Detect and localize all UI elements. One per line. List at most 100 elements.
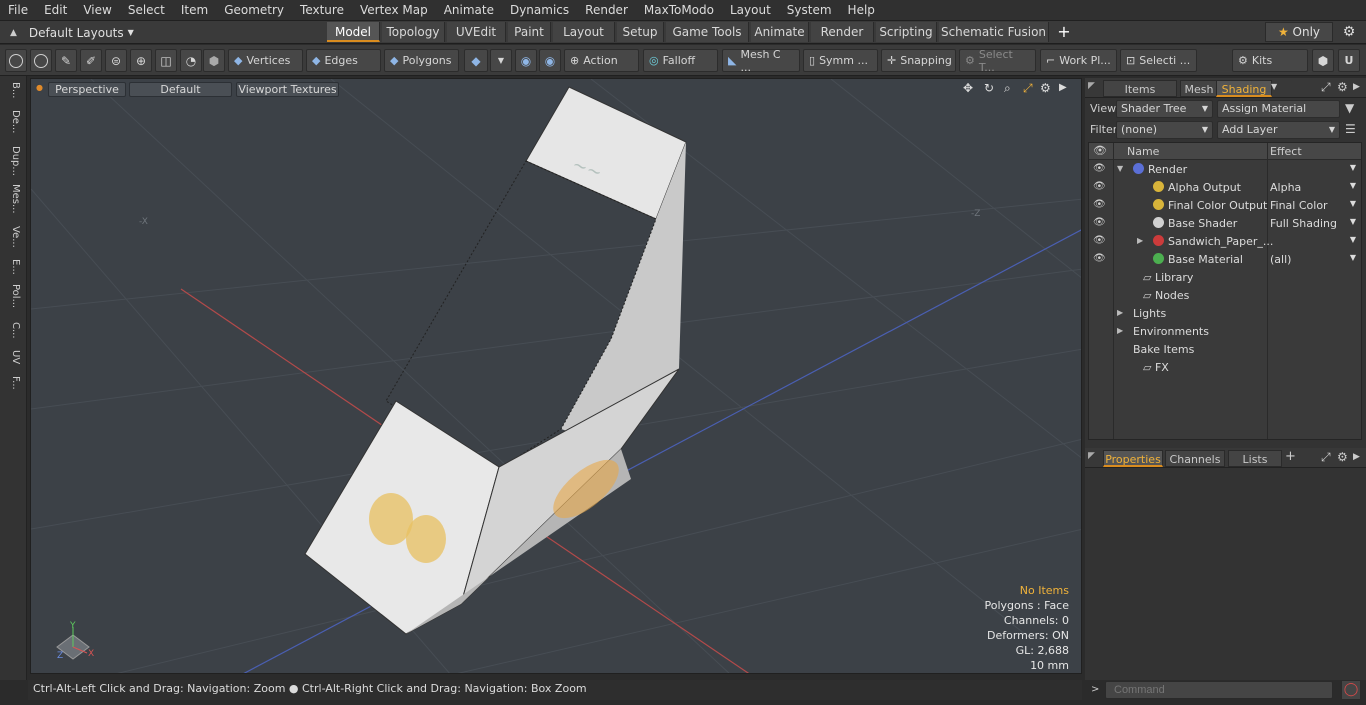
menu-animate[interactable]: Animate xyxy=(436,0,502,21)
menu-edit[interactable]: Edit xyxy=(36,0,75,21)
shader-tree-row[interactable]: 👁 Alpha Output Alpha ▼ xyxy=(1089,179,1361,197)
tab-paint[interactable]: Paint xyxy=(508,22,551,42)
menu-maxtomodo[interactable]: MaxToModo xyxy=(636,0,722,21)
only-toggle[interactable]: ★ Only xyxy=(1265,22,1333,42)
assign-material-button[interactable]: Assign Material xyxy=(1217,100,1340,118)
shader-tree-row[interactable]: ▶ Environments xyxy=(1089,323,1361,341)
shader-tree-row[interactable]: ▶ Lights xyxy=(1089,305,1361,323)
expand-arrow-icon[interactable]: ▼ xyxy=(1117,164,1123,173)
shader-tree-row[interactable]: Bake Items xyxy=(1089,341,1361,359)
kits-button[interactable]: ⚙ Kits xyxy=(1232,49,1308,72)
effect-dropdown[interactable]: Full Shading ▼ xyxy=(1270,217,1360,230)
tab-setup[interactable]: Setup xyxy=(617,22,664,42)
filter-funnel-icon[interactable]: ▼ xyxy=(1345,101,1354,115)
viewport-gear-icon[interactable]: ⚙ xyxy=(1040,81,1051,95)
pen-button[interactable]: ✎ xyxy=(55,49,77,72)
item-mode-button[interactable]: ⬢ xyxy=(203,49,225,72)
sandwich-box-mesh[interactable]: ~~ xyxy=(304,86,687,635)
props-tab-channels[interactable]: Channels xyxy=(1165,450,1225,467)
symmetry-button[interactable]: ▯ Symm ... xyxy=(803,49,878,72)
unreal-button[interactable]: U xyxy=(1338,49,1360,72)
tab-layout[interactable]: Layout xyxy=(553,22,615,42)
menu-render[interactable]: Render xyxy=(577,0,636,21)
right-tab-items[interactable]: Items xyxy=(1103,80,1177,97)
box-button[interactable]: ◫ xyxy=(155,49,177,72)
menu-system[interactable]: System xyxy=(779,0,840,21)
work-plane-button[interactable]: ⌐ Work Pl... xyxy=(1040,49,1117,72)
menu-vertex-map[interactable]: Vertex Map xyxy=(352,0,436,21)
shader-tree-row[interactable]: 👁 Base Material (all) ▼ xyxy=(1089,251,1361,269)
tab-overflow-icon[interactable]: ▼ xyxy=(1271,82,1277,91)
viewport-expand-icon[interactable]: ▶ xyxy=(1059,82,1067,93)
menu-help[interactable]: Help xyxy=(840,0,883,21)
menu-select[interactable]: Select xyxy=(120,0,173,21)
visibility-eye-icon[interactable]: 👁 xyxy=(1093,217,1106,228)
command-input[interactable] xyxy=(1105,681,1333,699)
left-tab-0[interactable]: B... xyxy=(5,82,21,98)
tab-render[interactable]: Render xyxy=(811,22,874,42)
add-layer-dropdown[interactable]: Add Layer ▼ xyxy=(1217,121,1340,139)
mesh-constraint-button[interactable]: ◣ Mesh C ... xyxy=(722,48,800,74)
shader-tree-row[interactable]: ▱ FX xyxy=(1089,359,1361,377)
viewport-menu-icon[interactable]: ● xyxy=(36,83,43,92)
left-tab-1[interactable]: De... xyxy=(5,110,21,133)
zoom-icon[interactable]: ⌕ xyxy=(1004,81,1011,96)
left-tab-3[interactable]: Mes... xyxy=(5,184,21,214)
symmetry-tool-button[interactable]: ◉ xyxy=(515,49,537,72)
globe-button[interactable] xyxy=(30,49,52,72)
panel-menu-icon[interactable]: ◤ xyxy=(1088,451,1095,461)
lasso-button[interactable]: ◔ xyxy=(180,49,202,72)
tab-game-tools[interactable]: Game Tools xyxy=(666,22,749,42)
menu-layout[interactable]: Layout xyxy=(722,0,779,21)
polygons-button[interactable]: ◆ Polygons xyxy=(384,49,459,72)
expand-arrow-icon[interactable]: ▶ xyxy=(1117,308,1123,317)
record-icon[interactable]: ◯ xyxy=(1341,680,1361,700)
tab-uvedit[interactable]: UVEdit xyxy=(447,22,506,42)
tab-scripting[interactable]: Scripting xyxy=(876,22,937,42)
menu-view[interactable]: View xyxy=(75,0,119,21)
add-tab-icon[interactable]: + xyxy=(1285,449,1296,464)
action-button[interactable]: ⊕ Action xyxy=(564,49,639,72)
panel-gear-icon[interactable]: ⚙ xyxy=(1337,80,1348,94)
effect-column-header[interactable]: Effect xyxy=(1270,145,1302,158)
props-tab-lists[interactable]: Lists xyxy=(1228,450,1282,467)
panel-expand-icon[interactable]: ▶ xyxy=(1353,82,1360,92)
shader-tree-row[interactable]: 👁 ▼ Render ▼ xyxy=(1089,161,1361,179)
maximize-panel-icon[interactable]: ⤢ xyxy=(1321,450,1331,465)
left-tab-7[interactable]: C... xyxy=(5,322,21,339)
left-tab-4[interactable]: Ve... xyxy=(5,226,21,248)
left-tab-8[interactable]: UV xyxy=(5,350,21,364)
unity-button[interactable]: ⬢ xyxy=(1312,49,1334,72)
maximize-panel-icon[interactable]: ⤢ xyxy=(1321,80,1331,95)
tab-animate[interactable]: Animate xyxy=(751,22,809,42)
expand-arrow-icon[interactable]: ▶ xyxy=(1137,236,1143,245)
effect-dropdown[interactable]: (all) ▼ xyxy=(1270,253,1360,266)
material-mode-button[interactable]: ◆ xyxy=(464,49,488,72)
add-tab-button[interactable]: + xyxy=(1056,22,1072,42)
menu-texture[interactable]: Texture xyxy=(292,0,352,21)
tab-topology[interactable]: Topology xyxy=(382,22,445,42)
shader-tree-row[interactable]: 👁 Base Shader Full Shading ▼ xyxy=(1089,215,1361,233)
left-tab-6[interactable]: Pol... xyxy=(5,284,21,308)
effect-dropdown[interactable]: Final Color ▼ xyxy=(1270,199,1360,212)
snapping-button[interactable]: ✛ Snapping xyxy=(881,49,956,72)
shader-tree-row[interactable]: 👁 Final Color Output Final Color ▼ xyxy=(1089,197,1361,215)
visibility-eye-icon[interactable]: 👁 xyxy=(1093,235,1106,246)
selection-sets-button[interactable]: ⊡ Selecti ... xyxy=(1120,49,1197,72)
shader-tree-row[interactable]: ▱ Nodes xyxy=(1089,287,1361,305)
filter-dropdown[interactable]: (none) ▼ xyxy=(1116,121,1213,139)
shading-style-dropdown[interactable]: Default xyxy=(129,82,232,97)
panel-expand-icon[interactable]: ▶ xyxy=(1353,452,1360,462)
visibility-eye-icon[interactable]: 👁 xyxy=(1093,181,1106,192)
center-button[interactable]: ⊕ xyxy=(130,49,152,72)
panel-gear-icon[interactable]: ⚙ xyxy=(1337,450,1348,464)
tab-model[interactable]: Model xyxy=(327,22,380,42)
visibility-eye-icon[interactable]: 👁 xyxy=(1093,253,1106,264)
name-column-header[interactable]: Name xyxy=(1127,145,1159,158)
edges-button[interactable]: ◆ Edges xyxy=(306,49,381,72)
gear-icon[interactable]: ⚙ xyxy=(1340,23,1358,41)
loop-button[interactable]: ⊜ xyxy=(105,49,127,72)
select-circle-button[interactable] xyxy=(5,49,27,72)
layout-dropdown[interactable]: ▲ Default Layouts ▼ xyxy=(10,24,134,41)
perspective-dropdown[interactable]: Perspective xyxy=(48,82,126,97)
